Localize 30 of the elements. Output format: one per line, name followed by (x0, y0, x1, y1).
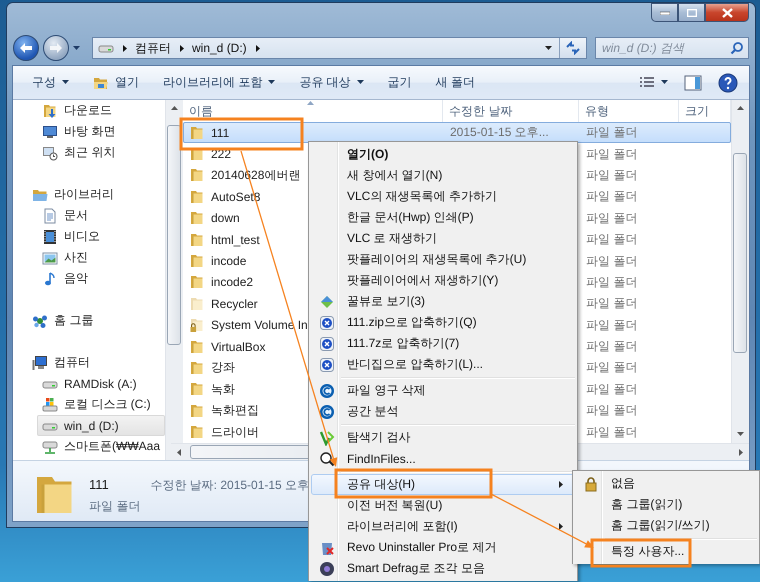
item-type: 파일 폴더 (89, 498, 140, 515)
file-name: Recycler (211, 296, 258, 311)
file-name: 녹화편집 (211, 402, 259, 420)
file-name: down (211, 211, 240, 226)
file-type: 파일 폴더 (586, 188, 638, 206)
file-type: 파일 폴더 (586, 274, 638, 291)
file-type: 파일 폴더 (586, 146, 638, 163)
modified-info: 수정한 날짜: 2015-01-15 오후 (150, 477, 310, 494)
file-type: 파일 폴더 (586, 359, 638, 376)
file-type: 파일 폴더 (586, 252, 638, 270)
file-type: 파일 폴더 (586, 231, 638, 248)
file-name: 드라이버 (211, 424, 259, 441)
file-type: 파일 폴더 (586, 295, 638, 312)
file-name: html_test (211, 232, 260, 247)
file-type: 파일 폴더 (586, 424, 638, 441)
file-name: incode2 (211, 275, 254, 290)
file-type: 파일 폴더 (586, 124, 638, 142)
file-name: VirtualBox (211, 340, 266, 354)
file-type: 파일 폴더 (586, 166, 638, 184)
item-name: 111 (89, 477, 110, 492)
file-type: 파일 폴더 (586, 210, 638, 227)
file-type: 파일 폴더 (586, 338, 638, 356)
file-type: 파일 폴더 (586, 380, 638, 398)
file-name: 녹화 (211, 380, 235, 398)
modified-date: 2015-01-15 오후... (450, 124, 549, 142)
file-type: 파일 폴더 (586, 316, 638, 334)
file-name: incode (211, 254, 246, 268)
file-type: 파일 폴더 (586, 402, 638, 420)
file-name: 강좌 (211, 359, 235, 376)
file-name: 111 (211, 126, 230, 140)
